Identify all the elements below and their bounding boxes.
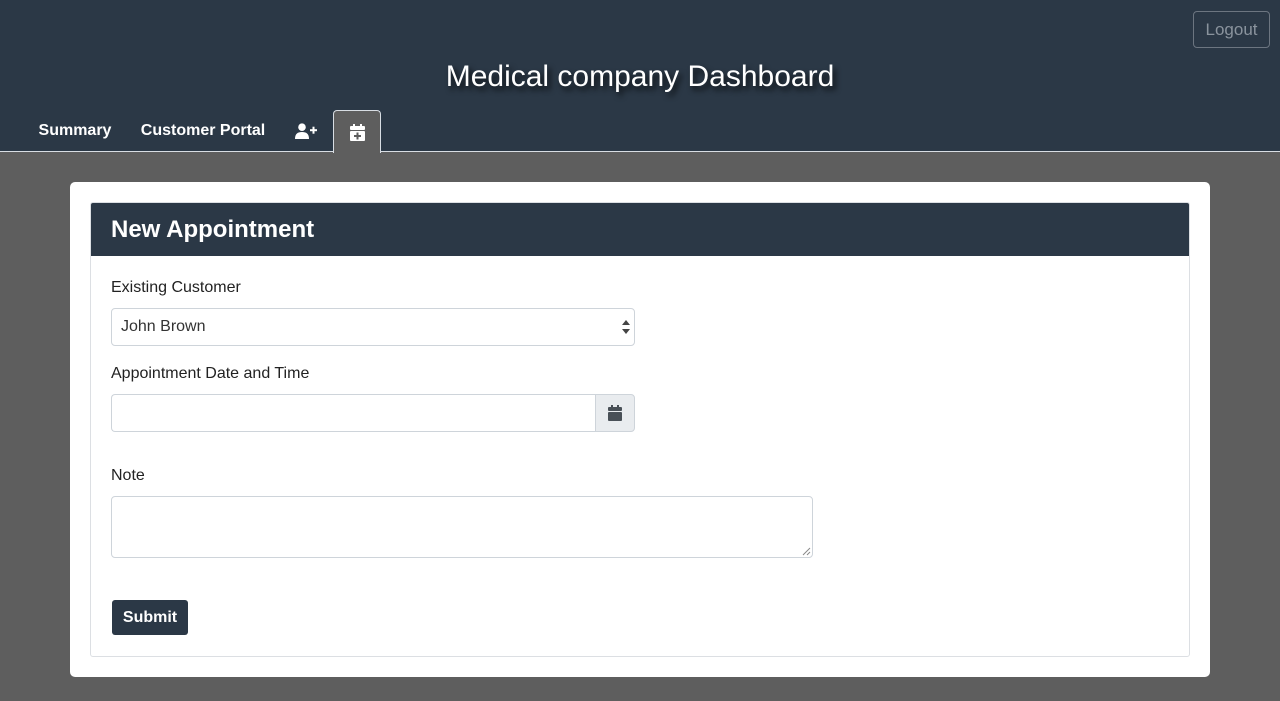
tab-summary[interactable]: Summary (30, 110, 120, 152)
resize-handle-icon[interactable] (802, 547, 811, 556)
tab-customer-portal[interactable]: Customer Portal (132, 110, 274, 152)
calendar-icon (608, 405, 622, 421)
submit-button[interactable]: Submit (112, 600, 188, 635)
logout-button[interactable]: Logout (1193, 11, 1270, 48)
tab-new-appointment[interactable] (333, 110, 381, 153)
card-header: New Appointment (91, 203, 1189, 256)
note-textarea[interactable] (111, 496, 813, 558)
page-title: Medical company Dashboard (445, 60, 835, 93)
customer-label: Existing Customer (111, 279, 241, 296)
note-label: Note (111, 467, 145, 484)
tab-add-customer[interactable] (284, 110, 328, 152)
datetime-input[interactable] (111, 394, 597, 432)
card-title: New Appointment (111, 215, 315, 243)
calendar-plus-icon (349, 123, 365, 141)
new-appointment-card: New Appointment Existing Customer John B… (90, 202, 1190, 657)
top-navbar: Logout Medical company Dashboard Summary… (0, 0, 1280, 153)
add-user-icon (295, 123, 317, 139)
datetime-label: Appointment Date and Time (111, 365, 310, 382)
select-arrows-icon (622, 320, 630, 334)
customer-select[interactable]: John Brown (111, 308, 635, 346)
content-panel: New Appointment Existing Customer John B… (70, 182, 1210, 677)
datetime-picker-button[interactable] (595, 394, 635, 432)
customer-select-value: John Brown (121, 318, 206, 335)
